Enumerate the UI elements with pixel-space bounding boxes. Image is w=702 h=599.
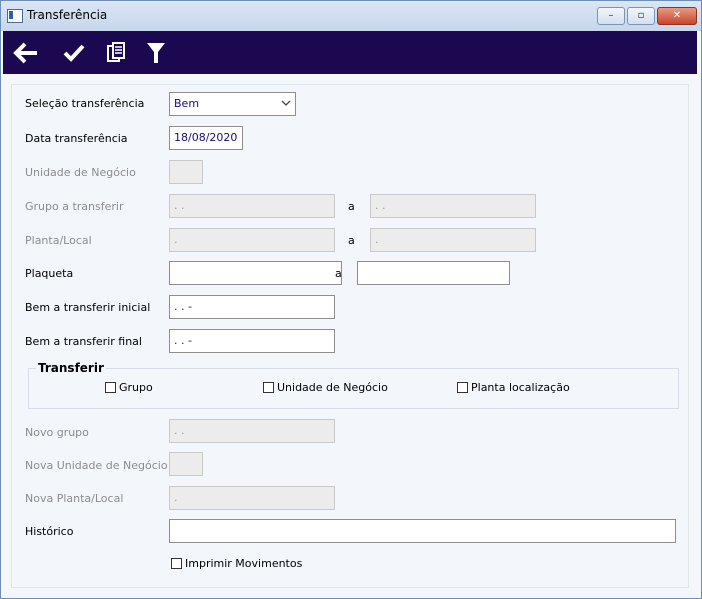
transferir-title: Transferir xyxy=(36,361,106,375)
checkbox-imprimir[interactable]: Imprimir Movimentos xyxy=(171,557,302,570)
planta-to-input[interactable]: . xyxy=(370,228,536,252)
nova-unidade-label: Nova Unidade de Negócio xyxy=(25,459,168,472)
checkbox-box[interactable] xyxy=(457,382,468,393)
checkbox-planta-label: Planta localização xyxy=(471,381,570,394)
nova-unidade-input[interactable] xyxy=(169,452,203,476)
close-button[interactable]: ✕ xyxy=(657,7,697,25)
checkbox-grupo-label: Grupo xyxy=(119,381,153,394)
historico-input[interactable] xyxy=(169,519,676,543)
plaqueta-label: Plaqueta xyxy=(25,267,74,280)
arrow-left-icon xyxy=(13,42,37,64)
novo-grupo-label: Novo grupo xyxy=(25,426,89,439)
back-button[interactable] xyxy=(11,38,41,68)
plaqueta-separator: a xyxy=(335,267,342,280)
nova-planta-label: Nova Planta/Local xyxy=(25,492,124,505)
planta-label: Planta/Local xyxy=(25,234,92,247)
bem-inicial-input[interactable]: . . - xyxy=(169,295,335,319)
selecao-select[interactable]: Bem xyxy=(169,92,296,116)
checkbox-planta[interactable]: Planta localização xyxy=(457,381,570,394)
plaqueta-to-input[interactable] xyxy=(357,261,510,285)
filter-icon xyxy=(147,43,165,63)
planta-from-input[interactable]: . xyxy=(169,228,335,252)
checkbox-imprimir-label: Imprimir Movimentos xyxy=(185,557,303,570)
maximize-button[interactable]: ▫ xyxy=(627,7,655,25)
planta-separator: a xyxy=(348,234,355,247)
selecao-value: Bem xyxy=(174,97,200,110)
chevron-down-icon xyxy=(281,100,291,106)
copy-button[interactable] xyxy=(101,38,131,68)
unidade-label: Unidade de Negócio xyxy=(25,166,136,179)
plaqueta-from-input[interactable] xyxy=(169,261,342,285)
confirm-button[interactable] xyxy=(59,38,89,68)
window-title: Transferência xyxy=(27,8,108,22)
unidade-input[interactable] xyxy=(169,160,203,184)
checkbox-box[interactable] xyxy=(171,558,182,569)
novo-grupo-input[interactable]: . . xyxy=(169,419,335,443)
app-icon xyxy=(7,9,23,23)
grupo-from-input[interactable]: . . xyxy=(169,194,335,218)
checkbox-box[interactable] xyxy=(105,382,116,393)
historico-label: Histórico xyxy=(25,525,74,538)
checkbox-unidade-label: Unidade de Negócio xyxy=(277,381,388,394)
bem-inicial-label: Bem a transferir inicial xyxy=(25,301,151,314)
minimize-button[interactable]: – xyxy=(597,7,625,25)
filter-button[interactable] xyxy=(141,38,171,68)
documents-icon xyxy=(107,42,125,62)
checkbox-unidade[interactable]: Unidade de Negócio xyxy=(263,381,388,394)
nova-planta-input[interactable]: . xyxy=(169,486,335,510)
grupo-to-input[interactable]: . . xyxy=(370,194,536,218)
bem-final-input[interactable]: . . - xyxy=(169,329,335,353)
bem-final-label: Bem a transferir final xyxy=(25,335,142,348)
checkbox-box[interactable] xyxy=(263,382,274,393)
selecao-label: Seleção transferência xyxy=(25,97,145,110)
data-input[interactable]: 18/08/2020 xyxy=(169,126,243,150)
checkbox-grupo[interactable]: Grupo xyxy=(105,381,153,394)
title-bar: Transferência – ▫ ✕ xyxy=(1,1,701,31)
toolbar xyxy=(3,31,697,74)
grupo-separator: a xyxy=(348,200,355,213)
transfer-window: Transferência – ▫ ✕ Seleção transferênci… xyxy=(0,0,702,599)
data-label: Data transferência xyxy=(25,132,128,145)
check-icon xyxy=(63,44,85,62)
grupo-label: Grupo a transferir xyxy=(25,200,124,213)
